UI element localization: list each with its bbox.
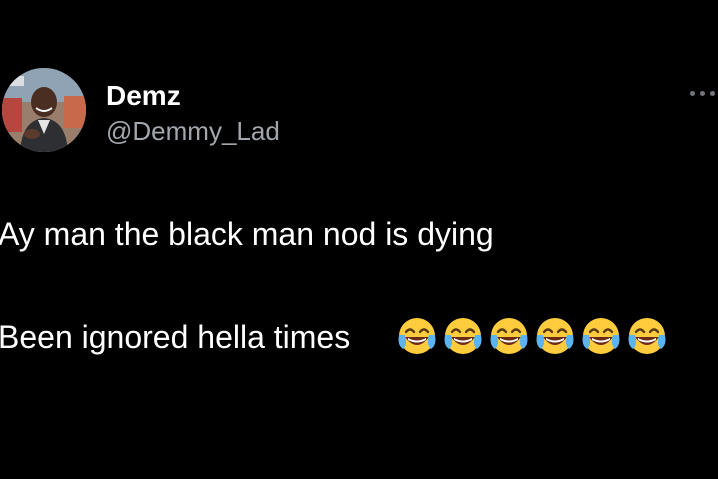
tweet-text-line-2: Been ignored hella times <box>0 319 351 355</box>
tweet-card[interactable]: Demz @Demmy_Lad Ay man the black man nod… <box>0 0 718 479</box>
profile-photo-icon <box>2 68 86 152</box>
face-with-tears-of-joy-icon <box>444 318 482 354</box>
emoji-group <box>396 315 668 361</box>
face-with-tears-of-joy-icon <box>582 318 620 354</box>
face-with-tears-of-joy-icon <box>628 318 666 354</box>
more-dot <box>710 91 715 96</box>
face-with-tears-of-joy-icon <box>398 318 436 354</box>
author-display-name[interactable]: Demz <box>106 80 181 112</box>
more-dot <box>700 91 705 96</box>
avatar[interactable] <box>2 68 86 152</box>
more-dot <box>690 91 695 96</box>
face-with-tears-of-joy-icon <box>490 318 528 354</box>
author-handle[interactable]: @Demmy_Lad <box>106 116 280 147</box>
tweet-text-line-1: Ay man the black man nod is dying <box>0 216 494 252</box>
more-options-icon[interactable] <box>690 88 718 100</box>
face-with-tears-of-joy-icon <box>536 318 574 354</box>
